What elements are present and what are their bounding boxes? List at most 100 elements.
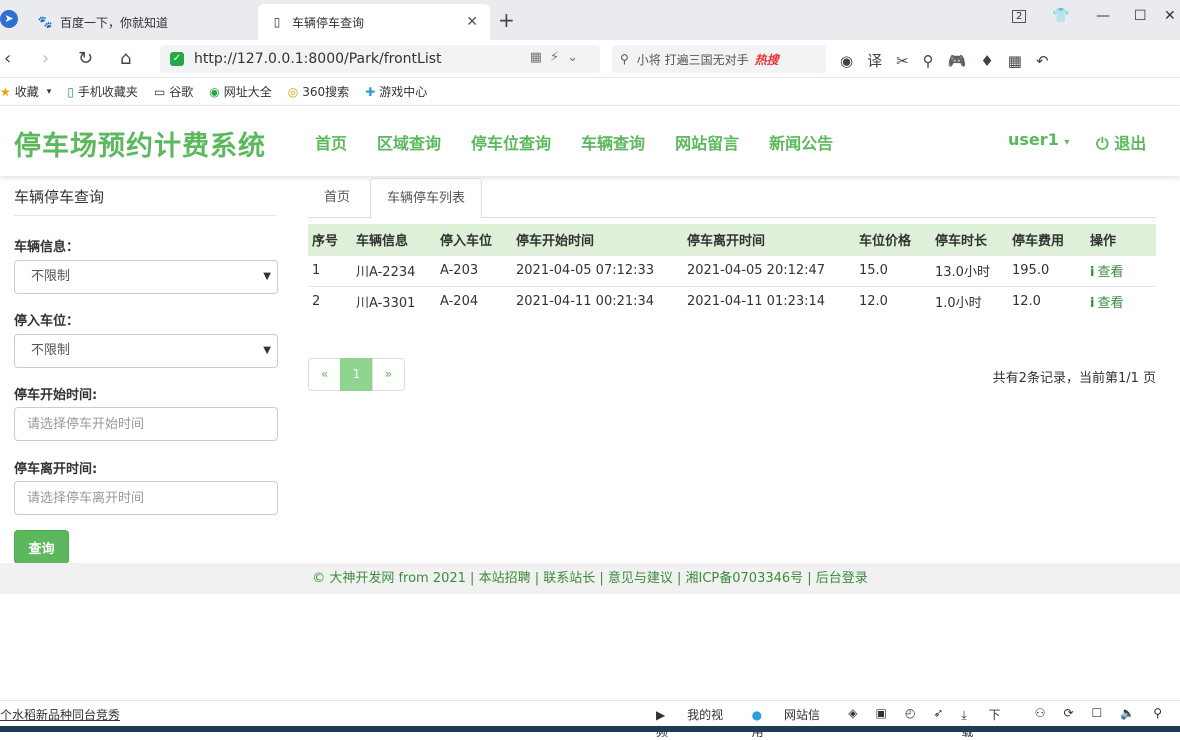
view-link[interactable]: i 查看 (1086, 285, 1156, 317)
site-title[interactable]: 停车场预约计费系统 (14, 124, 266, 163)
vehicle-select[interactable]: 不限制 ▼ (14, 260, 278, 294)
browser-logo-icon[interactable]: ➤ (0, 10, 18, 28)
rocket-icon[interactable]: ➶ (933, 706, 943, 740)
caret-down-icon: ▾ (1064, 137, 1070, 148)
pagination: « 1 » (308, 358, 405, 391)
content-tabs: 首页 车辆停车列表 (308, 178, 1156, 219)
bookmark-games[interactable]: ✚ 游戏中心 (365, 83, 427, 100)
my-video-button[interactable]: ▶ 我的视频 (656, 706, 734, 740)
maximize-icon[interactable]: ☐ (1134, 8, 1147, 24)
paw-icon: 🐾 (37, 15, 53, 29)
browser-tab-active[interactable]: ▯ 车辆停车查询 ✕ (258, 4, 490, 40)
browser-toolbar: ‹ › ↻ ⌂ ✓ http://127.0.0.1:8000/Park/fro… (0, 40, 1180, 78)
bookmark-favorites[interactable]: ★ 收藏 ▾ (0, 83, 51, 100)
search-icon: ◎ (287, 84, 299, 99)
cell-no: 1 (308, 254, 352, 286)
table-header-row: 序号 车辆信息 停入车位 停车开始时间 停车离开时间 车位价格 停车时长 停车费… (308, 224, 1156, 255)
close-window-icon[interactable]: ✕ (1164, 8, 1176, 24)
address-bar[interactable]: ✓ http://127.0.0.1:8000/Park/frontList ▦… (160, 45, 600, 73)
spot-select[interactable]: 不限制 ▼ (14, 334, 278, 368)
tab-parking-list[interactable]: 车辆停车列表 (370, 178, 483, 219)
start-time-input[interactable] (14, 407, 278, 441)
drop-icon: ● (751, 708, 763, 722)
page-icon: ▯ (273, 15, 281, 29)
query-button[interactable]: 查询 (14, 530, 69, 564)
people-icon[interactable]: ⚇ (1035, 706, 1046, 740)
speed-icon[interactable]: ◴ (905, 706, 915, 740)
extension-icons[interactable]: ◉译✂⚲🎮♦▦↶ (840, 50, 1063, 71)
power-icon: ⏻ (1096, 134, 1109, 153)
new-tab-icon[interactable]: + (498, 8, 515, 32)
url-text: http://127.0.0.1:8000/Park/frontList (194, 51, 442, 67)
search-box[interactable]: ⚲ 小将 打遍三国无对手 热搜 (612, 45, 826, 73)
cell-price: 12.0 (855, 285, 931, 317)
back-icon[interactable]: ‹ (4, 48, 11, 69)
download-icon: ⤓ (961, 708, 967, 722)
info-icon: i (1090, 296, 1095, 312)
reload-icon[interactable]: ↻ (78, 48, 93, 69)
main-menu: 首页 区域查询 停车位查询 车辆查询 网站留言 新闻公告 (315, 130, 863, 154)
image-icon[interactable]: ▣ (875, 706, 886, 740)
search-icon: ⚲ (620, 52, 629, 66)
game-icon: ✚ (365, 84, 376, 99)
shirt-icon[interactable]: 👕 (1052, 8, 1069, 24)
page-info: 共有2条记录，当前第1/1 页 (992, 371, 1156, 386)
home-icon[interactable]: ⌂ (120, 48, 131, 69)
cell-start: 2021-04-05 07:12:33 (512, 254, 683, 286)
pager-prev[interactable]: « (308, 358, 341, 391)
search-placeholder: 小将 打遍三国无对手 (636, 52, 749, 67)
pager-page-1[interactable]: 1 (340, 358, 373, 391)
browser-tab-title: 百度一下，你就知道 (60, 15, 169, 30)
table-row: 1 川A-2234 A-203 2021-04-05 07:12:33 2021… (308, 254, 1156, 286)
menu-area-query[interactable]: 区域查询 (377, 130, 441, 154)
pager-next[interactable]: » (372, 358, 405, 391)
tab-home[interactable]: 首页 (308, 178, 366, 218)
bookmark-mobile[interactable]: ▯ 手机收藏夹 (67, 83, 138, 100)
column-header: 车辆信息 (356, 233, 409, 249)
view-link[interactable]: i 查看 (1086, 254, 1156, 286)
cell-end: 2021-04-11 01:23:14 (683, 285, 855, 317)
window-icon[interactable]: ☐ (1092, 706, 1103, 740)
browser-tab-strip: ➤ 🐾 百度一下，你就知道 ▯ 车辆停车查询 ✕ + 2 👕 — ☐ ✕ (0, 0, 1180, 40)
shield-icon[interactable]: ◈ (848, 706, 857, 740)
star-icon: ★ (0, 84, 11, 99)
cell-end: 2021-04-05 20:12:47 (683, 254, 855, 286)
cell-fee: 195.0 (1008, 254, 1086, 286)
window-count-badge[interactable]: 2 (1012, 10, 1027, 23)
forward-icon[interactable]: › (42, 48, 49, 69)
user-menu[interactable]: user1 ▾ (1008, 130, 1069, 149)
menu-messages[interactable]: 网站留言 (675, 130, 739, 154)
site-credit-button[interactable]: ● 网站信用 (752, 706, 831, 740)
hot-search-label[interactable]: 热搜 (755, 51, 779, 68)
logout-button[interactable]: ⏻ 退出 (1096, 130, 1146, 154)
bookmark-urls[interactable]: ◉ 网址大全 (209, 83, 272, 100)
cell-no: 2 (308, 285, 352, 317)
download-button[interactable]: ⤓ 下载 (961, 706, 1016, 740)
bookmarks-bar: ★ 收藏 ▾ ▯ 手机收藏夹 ▭ 谷歌 ◉ 网址大全 ◎ 360搜索 ✚ 游戏中心 (0, 78, 1180, 106)
minimize-icon[interactable]: — (1096, 8, 1110, 24)
zoom-icon[interactable]: ⚲ (1153, 706, 1162, 740)
menu-vehicle-query[interactable]: 车辆查询 (581, 130, 645, 154)
close-tab-icon[interactable]: ✕ (466, 14, 478, 30)
bookmark-google[interactable]: ▭ 谷歌 (154, 83, 193, 100)
column-header: 操作 (1090, 233, 1117, 249)
news-ticker-link[interactable]: 个水稻新品种同台竞秀 (0, 706, 120, 723)
spot-label: 停入车位： (14, 314, 80, 329)
caret-down-icon: ▼ (263, 271, 271, 282)
column-header: 停车离开时间 (687, 233, 766, 249)
menu-spot-query[interactable]: 停车位查询 (471, 130, 551, 154)
start-time-label: 停车开始时间: (14, 388, 98, 403)
volume-icon[interactable]: 🔈 (1120, 706, 1135, 740)
menu-home[interactable]: 首页 (315, 130, 347, 154)
menu-news[interactable]: 新闻公告 (769, 130, 833, 154)
end-time-input[interactable] (14, 481, 278, 515)
end-time-label: 停车离开时间: (14, 462, 98, 477)
address-bar-tools-icon[interactable]: ▦⚡⌄ (530, 50, 586, 65)
refresh-icon[interactable]: ⟳ (1063, 706, 1073, 740)
bookmark-360[interactable]: ◎ 360搜索 (288, 83, 349, 100)
parking-table: 序号 车辆信息 停入车位 停车开始时间 停车离开时间 车位价格 停车时长 停车费… (308, 224, 1156, 317)
page-icon: ▭ (153, 84, 166, 99)
browser-tab-baidu[interactable]: 🐾 百度一下，你就知道 (26, 4, 258, 40)
site-footer[interactable]: © 大神开发网 from 2021 | 本站招聘 | 联系站长 | 意见与建议 … (0, 563, 1180, 594)
info-icon: i (1090, 265, 1095, 280)
